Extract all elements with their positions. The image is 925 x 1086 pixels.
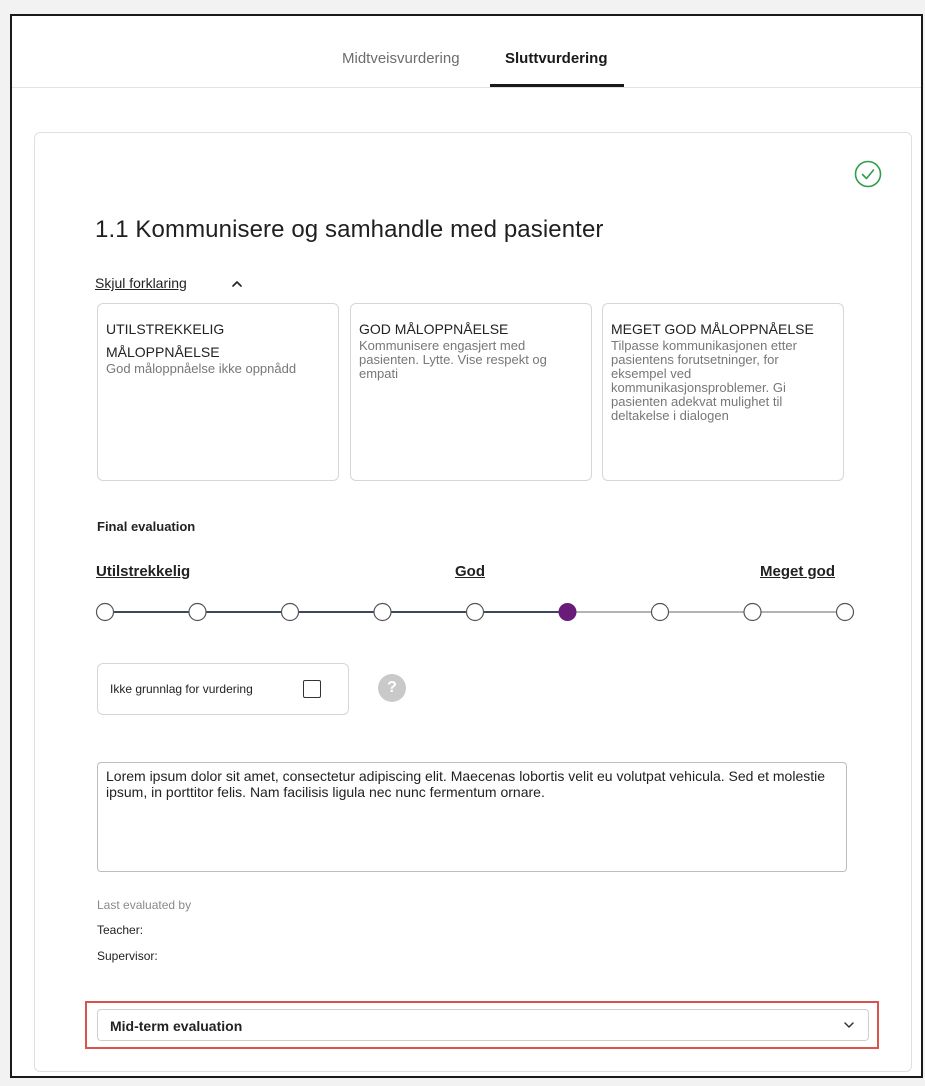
level-description: Kommunisere engasjert med pasienten. Lyt… <box>359 338 547 381</box>
supervisor-label: Supervisor: <box>97 949 158 963</box>
tab-midtveisvurdering[interactable]: Midtveisvurdering <box>342 50 460 67</box>
slider-step[interactable] <box>743 602 762 622</box>
slider-step[interactable] <box>465 602 485 622</box>
level-description: God måloppnåelse ikke oppnådd <box>106 361 297 376</box>
level-description: Tilpasse kommunikasjonen etter pasienten… <box>611 338 797 423</box>
evaluation-slider[interactable] <box>95 597 855 627</box>
hide-explanation-link[interactable]: Skjul forklaring <box>95 275 187 291</box>
slider-step[interactable] <box>280 602 300 622</box>
slider-step[interactable] <box>95 602 115 622</box>
no-basis-checkbox[interactable] <box>303 680 321 698</box>
evaluation-type-dropdown[interactable]: Mid-term evaluation <box>97 1009 869 1041</box>
scale-label-god[interactable]: God <box>455 563 485 580</box>
dropdown-selected-value: Mid-term evaluation <box>110 1018 243 1034</box>
evaluation-panel: Midtveisvurdering Sluttvurdering 1.1 Kom… <box>10 14 923 1078</box>
tab-bar: Midtveisvurdering Sluttvurdering <box>12 16 921 88</box>
help-icon[interactable]: ? <box>378 674 406 702</box>
level-card-meget-god: MEGET GOD MÅLOPPNÅELSE Tilpasse kommunik… <box>602 303 844 481</box>
scale-label-utilstrekkelig[interactable]: Utilstrekkelig <box>96 563 190 580</box>
competence-card: 1.1 Kommunisere og samhandle med pasient… <box>34 132 912 1072</box>
no-basis-label: Ikke grunnlag for vurdering <box>110 682 253 696</box>
slider-step[interactable] <box>188 602 207 622</box>
active-tab-indicator <box>490 84 624 87</box>
last-evaluated-label: Last evaluated by <box>97 898 192 912</box>
check-circle-icon <box>854 160 882 188</box>
chevron-down-icon <box>844 1022 854 1028</box>
no-basis-option: Ikke grunnlag for vurdering <box>97 663 349 715</box>
slider-step-selected[interactable] <box>558 603 577 621</box>
level-card-god: GOD MÅLOPPNÅELSE Kommunisere engasjert m… <box>350 303 592 481</box>
tab-sluttvurdering[interactable]: Sluttvurdering <box>505 50 608 67</box>
scale-label-meget-god[interactable]: Meget god <box>760 563 835 580</box>
chevron-up-icon[interactable] <box>230 277 244 291</box>
final-evaluation-label: Final evaluation <box>97 519 196 534</box>
slider-step[interactable] <box>835 602 855 622</box>
slider-step[interactable] <box>373 602 392 622</box>
level-card-utilstrekkelig: UTILSTREKKELIG MÅLOPPNÅELSE God måloppnå… <box>97 303 339 481</box>
evaluation-comment-input[interactable] <box>97 762 847 872</box>
teacher-label: Teacher: <box>97 923 144 937</box>
level-title: UTILSTREKKELIG MÅLOPPNÅELSE <box>106 321 225 360</box>
section-title: 1.1 Kommunisere og samhandle med pasient… <box>95 216 604 243</box>
slider-step[interactable] <box>650 602 670 622</box>
